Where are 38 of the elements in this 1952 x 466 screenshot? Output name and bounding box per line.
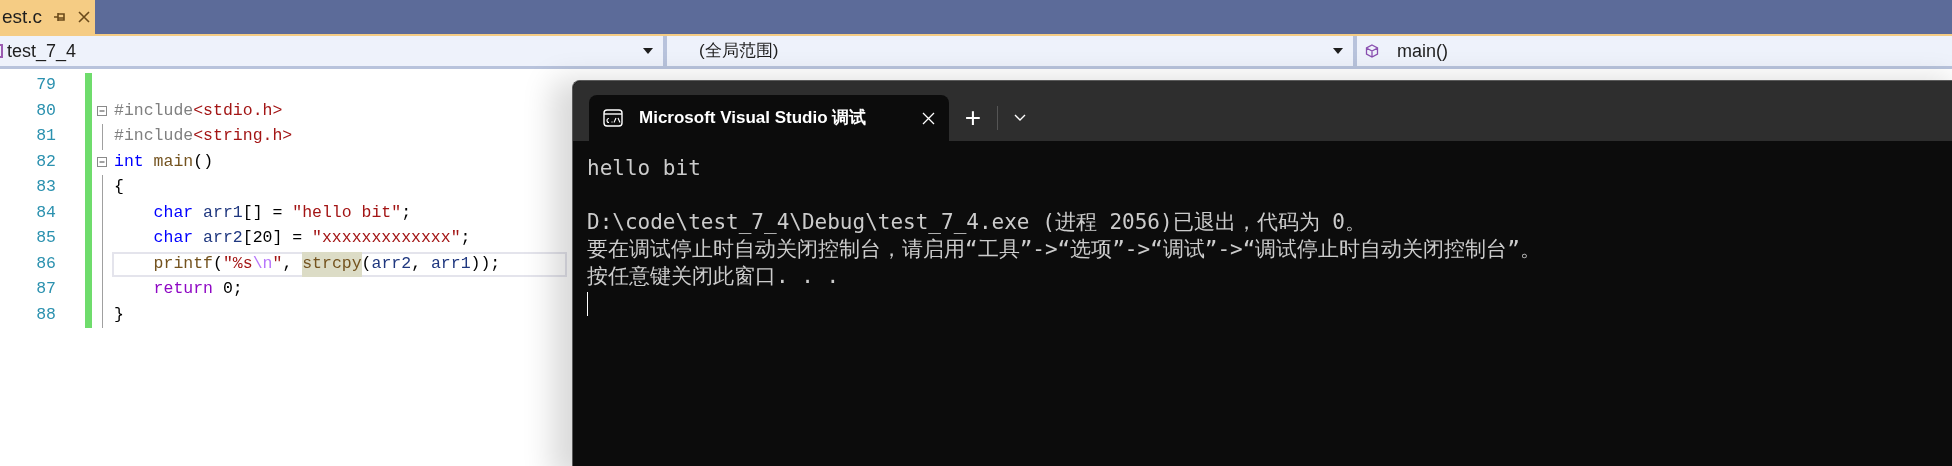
console-output-line: 要在调试停止时自动关闭控制台，请启用“工具”->“选项”->“调试”->“调试停止时自动关闭控制台”。	[587, 236, 1541, 263]
code-line: return 0;	[152, 278, 244, 301]
member-dropdown[interactable]: main()	[1357, 36, 1952, 66]
cube-icon	[1365, 44, 1379, 58]
code-line: {	[113, 176, 125, 199]
line-number: 87	[35, 278, 56, 301]
text-cursor	[587, 292, 588, 316]
line-number: 79	[35, 74, 56, 97]
collapse-icon[interactable]	[97, 157, 107, 168]
chevron-down-icon[interactable]	[1014, 114, 1026, 122]
code-line: char arr1[] = "hello bit";	[152, 201, 413, 224]
console-tab[interactable]: Microsoft Visual Studio 调试	[589, 95, 949, 141]
line-number: 84	[35, 201, 56, 224]
document-tab[interactable]: est.c	[0, 0, 95, 34]
line-number: 81	[35, 125, 56, 148]
code-line: int main()	[113, 150, 215, 173]
line-number: 85	[35, 227, 56, 250]
line-number: 88	[35, 303, 56, 326]
console-output-line: 按任意键关闭此窗口. . .	[587, 263, 840, 290]
code-line: #include<string.h>	[113, 125, 294, 148]
code-line: char arr2[20] = "xxxxxxxxxxxxx";	[152, 227, 472, 250]
dropdown-caret-icon[interactable]	[1333, 48, 1343, 54]
scope-dropdown[interactable]: (全局范围)	[667, 36, 1357, 66]
project-dropdown[interactable]: test_7_4	[0, 36, 667, 66]
line-number: 82	[35, 150, 56, 173]
console-output-line: D:\code\test_7_4\Debug\test_7_4.exe (进程 2056)已退出，代码为 0。	[587, 209, 1366, 236]
line-number: 80	[35, 99, 56, 122]
console-output-line: hello bit	[587, 155, 701, 182]
fold-guide-line	[101, 124, 103, 150]
collapse-icon[interactable]	[97, 106, 107, 117]
new-tab-button[interactable]: +	[949, 104, 997, 132]
code-line: #include<stdio.h>	[113, 99, 284, 122]
dropdown-caret-icon[interactable]	[643, 48, 653, 54]
line-number: 86	[35, 252, 56, 275]
line-number: 83	[35, 176, 56, 199]
terminal-icon	[603, 109, 623, 127]
pin-icon[interactable]	[54, 12, 67, 22]
code-line: }	[113, 303, 125, 326]
